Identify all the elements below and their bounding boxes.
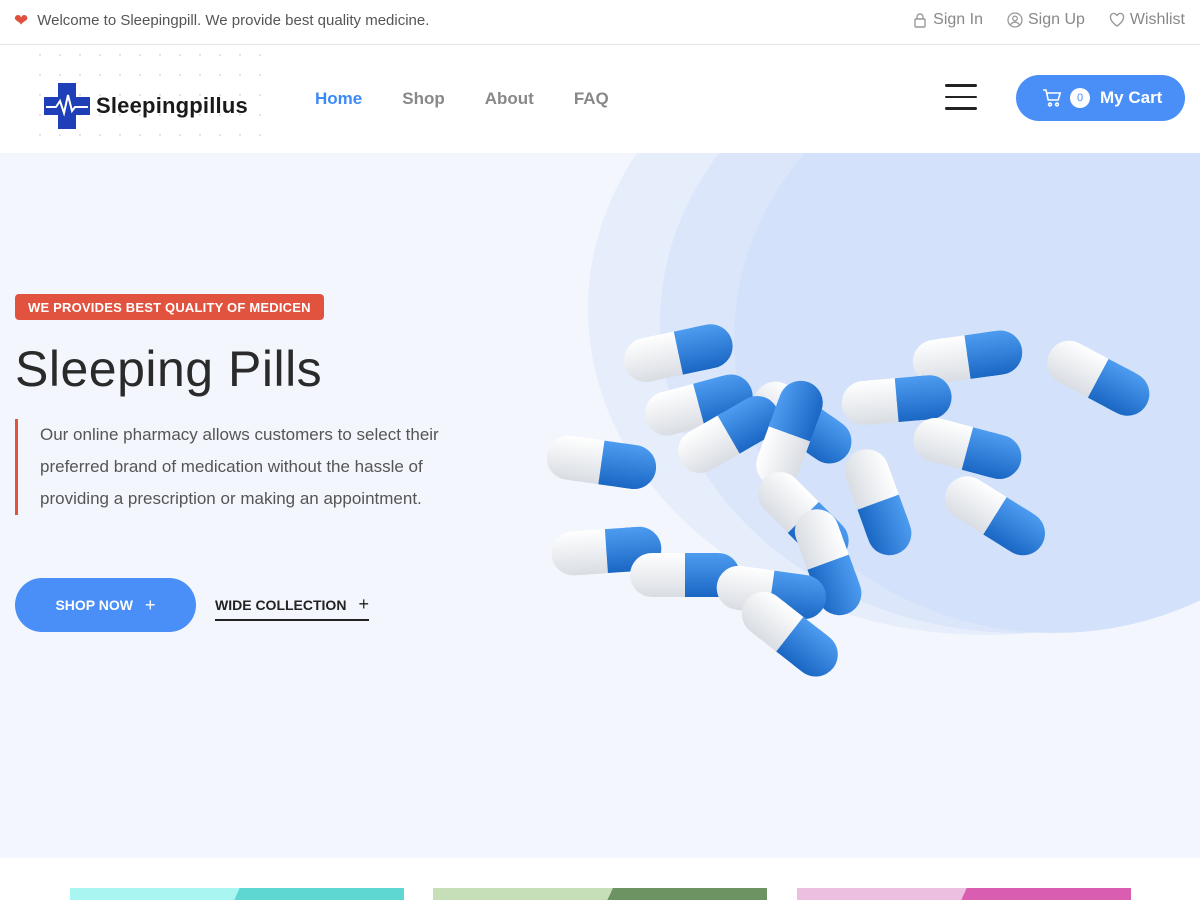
plus-icon: + (358, 594, 369, 614)
category-card[interactable] (433, 888, 767, 900)
nav-item-home[interactable]: Home (315, 89, 362, 109)
heart-outline-icon (1109, 12, 1125, 27)
plus-icon: + (145, 594, 156, 615)
menu-hamburger-icon[interactable] (945, 84, 977, 110)
cart-count-badge: 0 (1070, 88, 1090, 108)
welcome-text: Welcome to Sleepingpill. We provide best… (37, 12, 430, 29)
nav-item-faq[interactable]: FAQ (574, 89, 609, 109)
wishlist-label: Wishlist (1129, 11, 1185, 28)
lock-icon (914, 13, 926, 28)
sign-up-link[interactable]: Sign Up (1007, 11, 1085, 29)
cart-label: My Cart (1100, 88, 1163, 107)
capsules-image (543, 320, 1158, 686)
medical-cross-logo-icon (44, 83, 90, 129)
logo-text: Sleepingpillus (96, 93, 248, 118)
hero-description: Our online pharmacy allows customers to … (15, 419, 455, 515)
cart-icon (1043, 89, 1062, 107)
shop-now-label: SHOP NOW (55, 597, 133, 613)
nav-item-shop[interactable]: Shop (402, 89, 445, 109)
wishlist-link[interactable]: Wishlist (1109, 11, 1185, 29)
shop-now-button[interactable]: SHOP NOW + (15, 578, 196, 632)
hero-section: WE PROVIDES BEST QUALITY OF MEDICEN Slee… (0, 153, 1200, 858)
sign-in-link[interactable]: Sign In (912, 11, 983, 29)
sign-up-label: Sign Up (1027, 11, 1085, 28)
category-card[interactable] (797, 888, 1131, 900)
wide-collection-link[interactable]: WIDE COLLECTION + (215, 594, 369, 621)
top-bar: ❤ Welcome to Sleepingpill. We provide be… (0, 0, 1200, 45)
welcome-message: ❤ Welcome to Sleepingpill. We provide be… (14, 12, 429, 29)
category-card[interactable] (70, 888, 404, 900)
nav-item-about[interactable]: About (485, 89, 534, 109)
my-cart-button[interactable]: 0 My Cart (1016, 75, 1185, 121)
site-logo[interactable]: Sleepingpillus (42, 83, 248, 129)
hero-title: Sleeping Pills (15, 341, 323, 397)
user-circle-icon (1007, 12, 1023, 28)
main-nav: Home Shop About FAQ (315, 89, 609, 109)
heart-icon: ❤ (14, 11, 29, 30)
hero-badge: WE PROVIDES BEST QUALITY OF MEDICEN (15, 294, 324, 320)
main-header: Sleepingpillus Home Shop About FAQ 0 My … (0, 45, 1200, 153)
wide-collection-label: WIDE COLLECTION (215, 596, 347, 613)
sign-in-label: Sign In (933, 11, 983, 28)
account-links: Sign In Sign Up Wishlist (912, 11, 1185, 29)
